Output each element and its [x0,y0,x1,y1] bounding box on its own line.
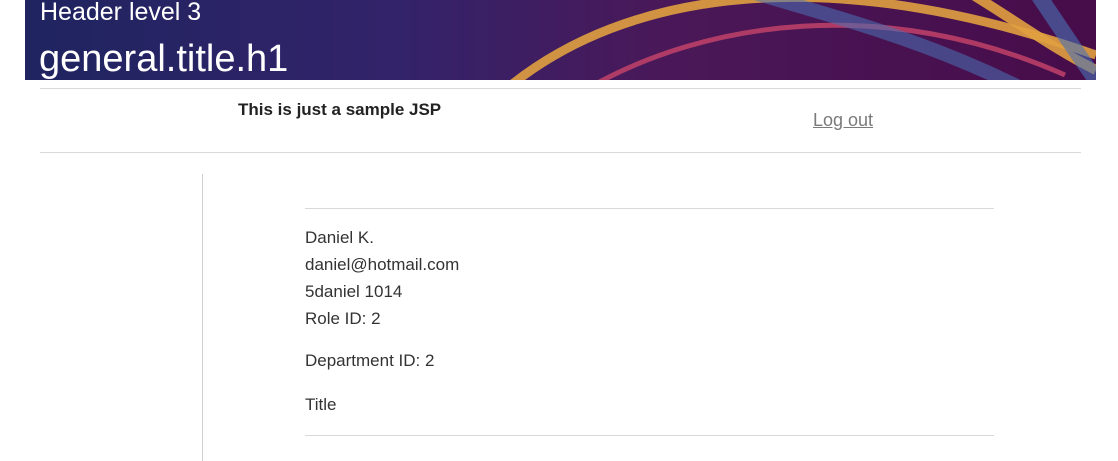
logout-link[interactable]: Log out [813,110,873,131]
user-name: Daniel K. [305,228,374,247]
user-role: Role ID: 2 [305,309,381,328]
user-title: Title [305,395,337,414]
page-title: general.title.h1 [39,38,289,80]
page-subtitle: This is just a sample JSP [238,100,442,119]
user-department: Department ID: 2 [305,351,435,370]
sidebar-divider [202,174,203,461]
user-email: daniel@hotmail.com [305,255,460,274]
top-divider [40,88,1081,89]
header-banner: Header level 3 general.title.h1 [25,0,1096,80]
nav-divider [40,152,1081,153]
user-username: 5daniel 1014 [305,282,403,301]
header-level-3: Header level 3 [40,0,202,26]
profile-bottom-divider [305,435,994,436]
profile-top-divider [305,208,994,209]
